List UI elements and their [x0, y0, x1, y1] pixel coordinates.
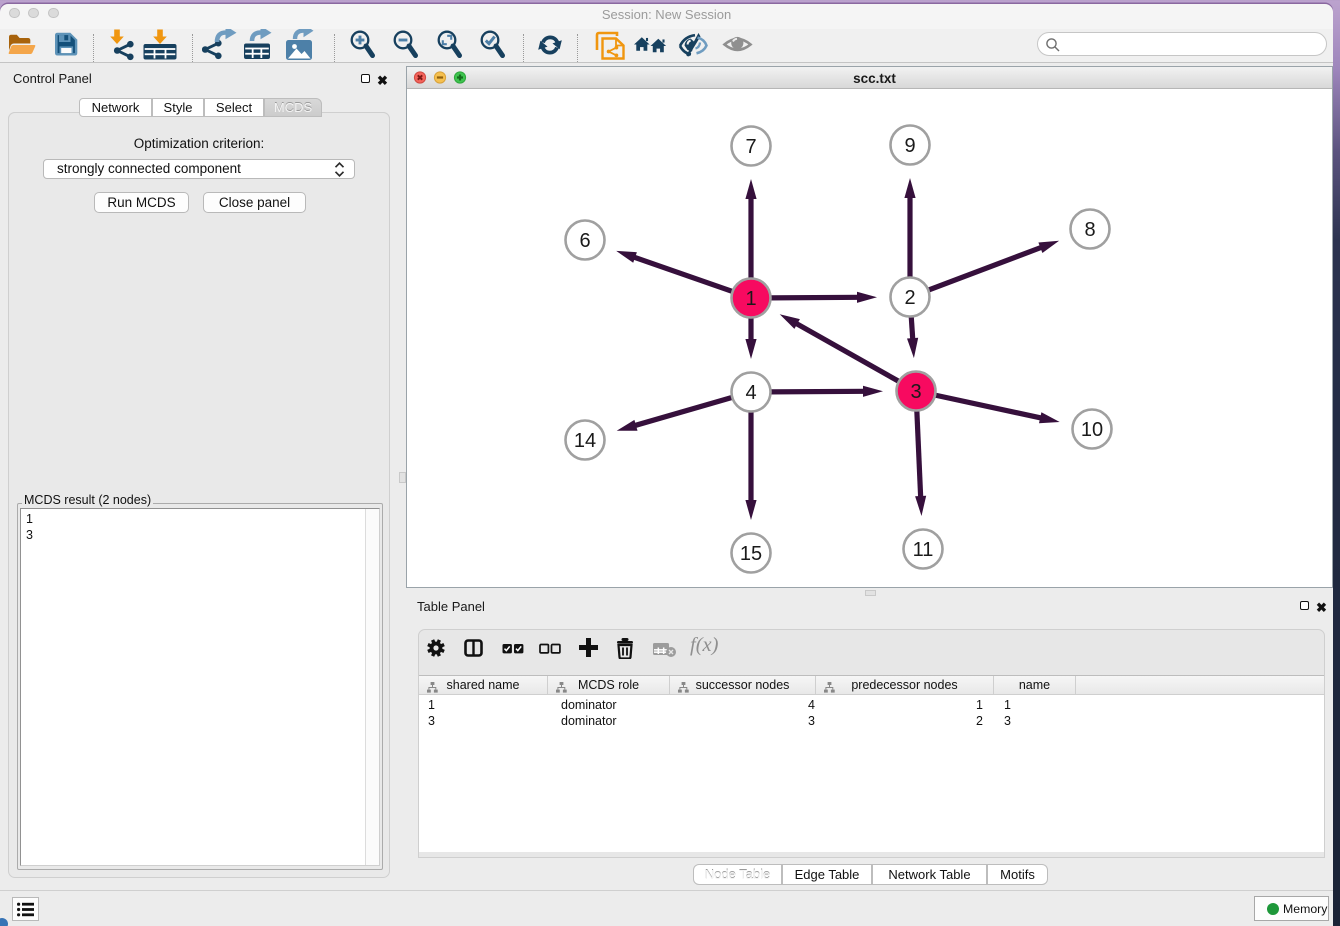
svg-text:9: 9 — [904, 135, 915, 157]
svg-text:7: 7 — [745, 136, 756, 158]
svg-text:11: 11 — [913, 539, 934, 561]
svg-text:15: 15 — [740, 543, 762, 565]
svg-text:6: 6 — [579, 230, 590, 252]
svg-text:1: 1 — [745, 288, 756, 310]
svg-text:14: 14 — [574, 430, 596, 452]
svg-text:3: 3 — [910, 381, 921, 403]
svg-text:2: 2 — [904, 287, 915, 309]
svg-text:10: 10 — [1081, 419, 1103, 441]
svg-text:4: 4 — [745, 382, 756, 404]
svg-text:8: 8 — [1084, 219, 1095, 241]
